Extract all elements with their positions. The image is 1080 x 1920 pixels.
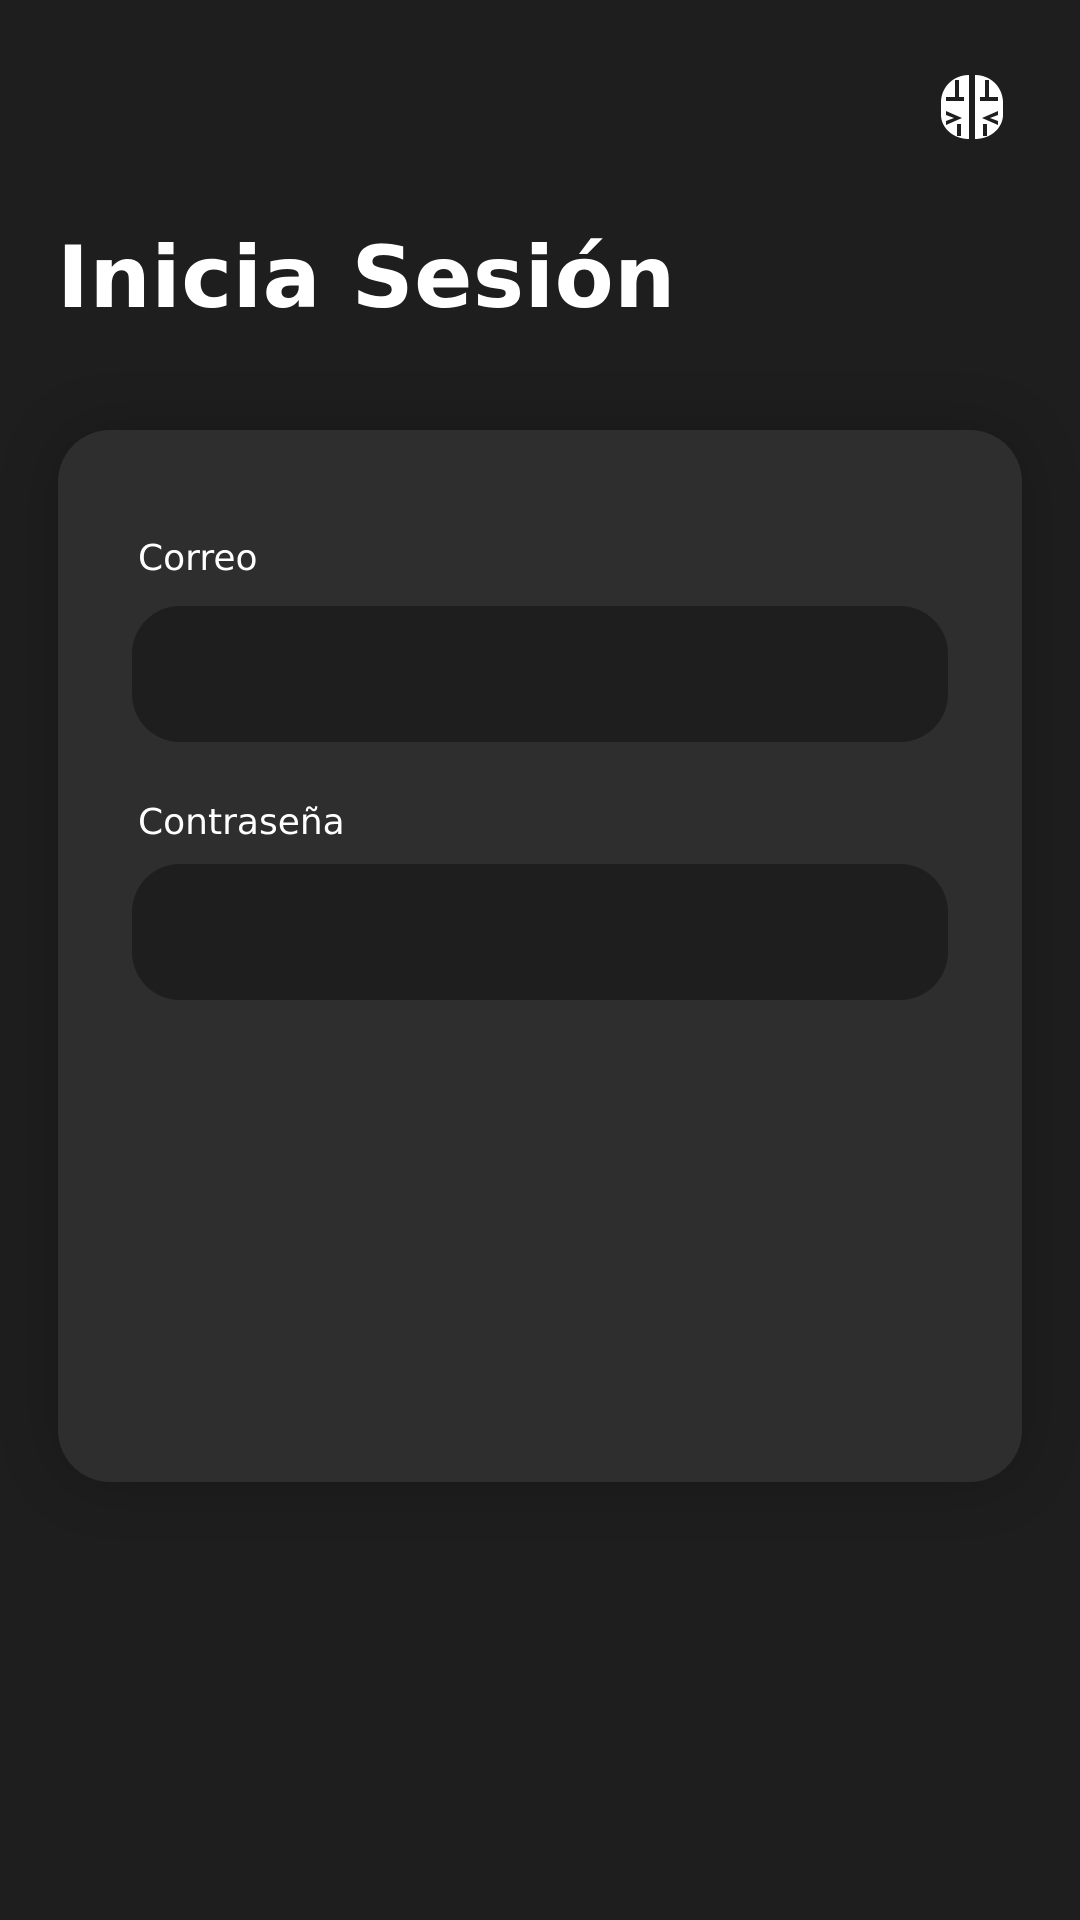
page-title: Inicia Sesión — [57, 228, 676, 328]
email-label: Correo — [138, 538, 258, 579]
password-label: Contraseña — [138, 802, 345, 843]
login-card: Correo Contraseña — [58, 430, 1022, 1482]
email-field[interactable] — [132, 606, 948, 742]
password-field[interactable] — [132, 864, 948, 1000]
brain-icon — [940, 74, 1004, 140]
